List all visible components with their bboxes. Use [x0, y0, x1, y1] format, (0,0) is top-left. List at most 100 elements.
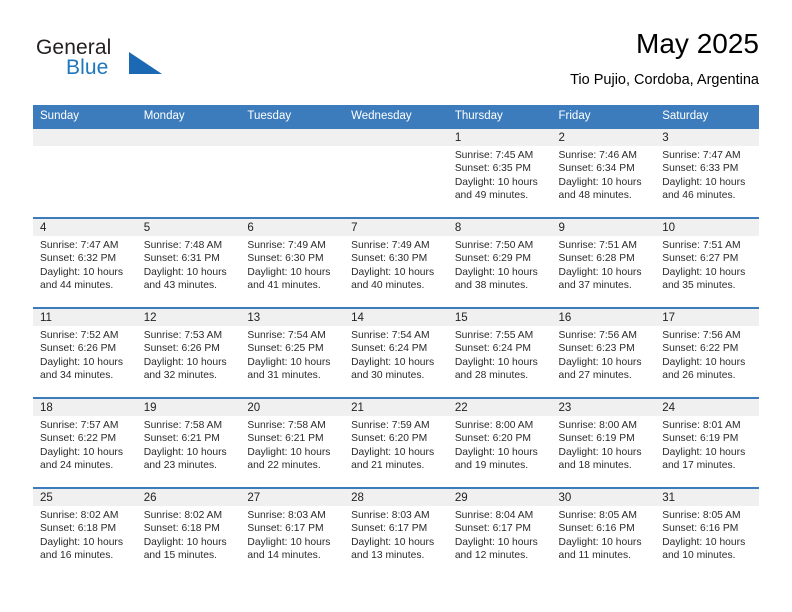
calendar-cell-empty	[240, 127, 345, 218]
day-cell-inner: 15 Sunrise: 7:55 AM Sunset: 6:24 PM Dayligh…	[447, 309, 552, 397]
calendar-header-row: Sunday Monday Tuesday Wednesday Thursday…	[33, 105, 759, 128]
day-cell-inner: 9 Sunrise: 7:51 AM Sunset: 6:28 PM Daylight…	[551, 219, 656, 307]
calendar-day-cell[interactable]: 7 Sunrise: 7:49 AM Sunset: 6:30 PM Daylight…	[344, 217, 448, 308]
sunrise-time: Sunrise: 8:00 AM	[454, 420, 534, 431]
sunrise-time: Sunrise: 7:49 AM	[247, 240, 326, 251]
daylight-duration-line1: Daylight: 10 hours	[558, 176, 642, 188]
calendar-day-cell[interactable]: 18 Sunrise: 7:57 AM Sunset: 6:22 PM Dayligh…	[33, 397, 137, 488]
daylight-duration-line1: Daylight: 10 hours	[662, 356, 746, 368]
daylight-duration-line1: Daylight: 10 hours	[454, 176, 538, 188]
day-cell-inner: 27 Sunrise: 8:03 AM Sunset: 6:17 PM Dayligh…	[240, 489, 345, 577]
daylight-duration-line1: Daylight: 10 hours	[143, 446, 227, 458]
calendar-day-cell[interactable]: 9 Sunrise: 7:51 AM Sunset: 6:28 PM Daylight…	[551, 217, 656, 308]
day-cell-inner: 6 Sunrise: 7:49 AM Sunset: 6:30 PM Daylight…	[240, 219, 345, 307]
calendar-cell-empty	[136, 127, 241, 218]
sunrise-time: Sunrise: 8:04 AM	[454, 510, 534, 521]
calendar-day-cell[interactable]: 8 Sunrise: 7:50 AM Sunset: 6:29 PM Daylight…	[447, 217, 552, 308]
day-details: Sunrise: 7:57 AM Sunset: 6:22 PM Daylight:…	[33, 416, 137, 473]
calendar-table: Sunday Monday Tuesday Wednesday Thursday…	[33, 105, 759, 577]
day-details: Sunrise: 7:56 AM Sunset: 6:22 PM Daylight:…	[655, 326, 759, 383]
day-cell-inner	[240, 129, 345, 217]
calendar-day-cell[interactable]: 4 Sunrise: 7:47 AM Sunset: 6:32 PM Daylight…	[33, 217, 137, 308]
calendar-day-cell[interactable]: 12 Sunrise: 7:53 AM Sunset: 6:26 PM Dayligh…	[136, 307, 241, 398]
day-number: 16	[551, 309, 656, 326]
calendar-day-cell[interactable]: 21 Sunrise: 7:59 AM Sunset: 6:20 PM Dayligh…	[344, 397, 448, 488]
sunrise-time: Sunrise: 7:52 AM	[40, 330, 119, 341]
sunrise-time: Sunrise: 7:48 AM	[143, 240, 223, 251]
calendar-body: 1 Sunrise: 7:45 AM Sunset: 6:35 PM Daylight…	[33, 127, 759, 577]
calendar-day-cell[interactable]: 6 Sunrise: 7:49 AM Sunset: 6:30 PM Daylight…	[240, 217, 345, 308]
calendar-day-cell[interactable]: 24 Sunrise: 8:01 AM Sunset: 6:19 PM Dayligh…	[655, 397, 759, 488]
day-cell-inner: 2 Sunrise: 7:46 AM Sunset: 6:34 PM Daylight…	[551, 129, 656, 217]
daylight-duration-line1: Daylight: 10 hours	[351, 536, 435, 548]
day-cell-inner	[344, 129, 448, 217]
day-cell-inner: 26 Sunrise: 8:02 AM Sunset: 6:18 PM Dayligh…	[136, 489, 241, 577]
calendar-day-cell[interactable]: 23 Sunrise: 8:00 AM Sunset: 6:19 PM Dayligh…	[551, 397, 656, 488]
calendar-day-cell[interactable]: 2 Sunrise: 7:46 AM Sunset: 6:34 PM Daylight…	[551, 127, 656, 218]
sunrise-time: Sunrise: 7:56 AM	[558, 330, 637, 341]
weekday-header-saturday: Saturday	[655, 105, 759, 128]
general-blue-logo[interactable]: General Blue	[33, 36, 233, 88]
calendar-day-cell[interactable]: 26 Sunrise: 8:02 AM Sunset: 6:18 PM Dayligh…	[136, 487, 241, 577]
day-number: 29	[447, 489, 552, 506]
day-details: Sunrise: 8:00 AM Sunset: 6:20 PM Daylight:…	[448, 416, 552, 473]
day-cell-inner	[33, 129, 137, 217]
daylight-duration-line1: Daylight: 10 hours	[247, 536, 331, 548]
calendar-day-cell[interactable]: 29 Sunrise: 8:04 AM Sunset: 6:17 PM Dayligh…	[447, 487, 552, 577]
calendar-day-cell[interactable]: 1 Sunrise: 7:45 AM Sunset: 6:35 PM Daylight…	[447, 127, 552, 218]
calendar-day-cell[interactable]: 3 Sunrise: 7:47 AM Sunset: 6:33 PM Daylight…	[655, 127, 759, 218]
sunrise-time: Sunrise: 8:01 AM	[662, 420, 741, 431]
day-details: Sunrise: 7:47 AM Sunset: 6:33 PM Daylight:…	[655, 146, 759, 203]
day-cell-inner: 18 Sunrise: 7:57 AM Sunset: 6:22 PM Dayligh…	[33, 399, 137, 487]
sunset-time: Sunset: 6:16 PM	[662, 523, 739, 535]
calendar-day-cell[interactable]: 28 Sunrise: 8:03 AM Sunset: 6:17 PM Dayligh…	[344, 487, 448, 577]
daylight-duration-line1: Daylight: 10 hours	[40, 356, 123, 368]
day-number: 28	[344, 489, 448, 506]
daylight-duration-line1: Daylight: 10 hours	[40, 536, 123, 548]
day-cell-inner: 25 Sunrise: 8:02 AM Sunset: 6:18 PM Dayligh…	[33, 489, 137, 577]
day-details: Sunrise: 7:46 AM Sunset: 6:34 PM Daylight:…	[552, 146, 656, 203]
day-number: 17	[655, 309, 759, 326]
sunrise-time: Sunrise: 7:57 AM	[40, 420, 119, 431]
day-number: 3	[655, 129, 759, 146]
calendar-day-cell[interactable]: 20 Sunrise: 7:58 AM Sunset: 6:21 PM Dayligh…	[240, 397, 345, 488]
calendar-day-cell[interactable]: 19 Sunrise: 7:58 AM Sunset: 6:21 PM Dayligh…	[136, 397, 241, 488]
calendar-day-cell[interactable]: 13 Sunrise: 7:54 AM Sunset: 6:25 PM Dayligh…	[240, 307, 345, 398]
sunset-time: Sunset: 6:35 PM	[454, 163, 531, 175]
calendar-day-cell[interactable]: 22 Sunrise: 8:00 AM Sunset: 6:20 PM Dayligh…	[447, 397, 552, 488]
day-number: 12	[136, 309, 241, 326]
calendar-day-cell[interactable]: 30 Sunrise: 8:05 AM Sunset: 6:16 PM Dayligh…	[551, 487, 656, 577]
day-details: Sunrise: 8:03 AM Sunset: 6:17 PM Daylight:…	[240, 506, 344, 563]
calendar-day-cell[interactable]: 15 Sunrise: 7:55 AM Sunset: 6:24 PM Dayligh…	[447, 307, 552, 398]
day-details: Sunrise: 8:03 AM Sunset: 6:17 PM Daylight:…	[344, 506, 448, 563]
sunset-time: Sunset: 6:25 PM	[247, 343, 324, 355]
sunset-time: Sunset: 6:18 PM	[143, 523, 220, 535]
calendar-day-cell[interactable]: 5 Sunrise: 7:48 AM Sunset: 6:31 PM Daylight…	[136, 217, 241, 308]
calendar-day-cell[interactable]: 17 Sunrise: 7:56 AM Sunset: 6:22 PM Dayligh…	[655, 307, 759, 398]
day-details: Sunrise: 7:59 AM Sunset: 6:20 PM Daylight:…	[344, 416, 448, 473]
daylight-duration-line2: and 43 minutes.	[143, 280, 217, 292]
calendar-day-cell[interactable]: 11 Sunrise: 7:52 AM Sunset: 6:26 PM Dayligh…	[33, 307, 137, 398]
sunrise-time: Sunrise: 7:59 AM	[351, 420, 430, 431]
day-number: 30	[551, 489, 656, 506]
calendar-day-cell[interactable]: 16 Sunrise: 7:56 AM Sunset: 6:23 PM Dayligh…	[551, 307, 656, 398]
sunrise-time: Sunrise: 7:58 AM	[247, 420, 326, 431]
calendar-day-cell[interactable]: 14 Sunrise: 7:54 AM Sunset: 6:24 PM Dayligh…	[344, 307, 448, 398]
calendar-day-cell[interactable]: 10 Sunrise: 7:51 AM Sunset: 6:27 PM Dayligh…	[655, 217, 759, 308]
sunset-time: Sunset: 6:26 PM	[40, 343, 117, 355]
sunrise-time: Sunrise: 7:53 AM	[143, 330, 223, 341]
calendar-week-row: 11 Sunrise: 7:52 AM Sunset: 6:26 PM Dayligh…	[33, 307, 759, 398]
day-number: 21	[344, 399, 448, 416]
daylight-duration-line2: and 16 minutes.	[40, 550, 114, 562]
daylight-duration-line1: Daylight: 10 hours	[558, 356, 642, 368]
daylight-duration-line1: Daylight: 10 hours	[558, 536, 642, 548]
sunrise-time: Sunrise: 7:45 AM	[454, 150, 534, 161]
sunset-time: Sunset: 6:30 PM	[247, 253, 324, 265]
day-number: 11	[33, 309, 137, 326]
calendar-day-cell[interactable]: 31 Sunrise: 8:05 AM Sunset: 6:16 PM Dayligh…	[655, 487, 759, 577]
calendar-day-cell[interactable]: 27 Sunrise: 8:03 AM Sunset: 6:17 PM Dayligh…	[240, 487, 345, 577]
sunrise-time: Sunrise: 7:46 AM	[558, 150, 637, 161]
day-number	[240, 129, 345, 146]
sunrise-time: Sunrise: 7:51 AM	[662, 240, 741, 251]
calendar-day-cell[interactable]: 25 Sunrise: 8:02 AM Sunset: 6:18 PM Dayligh…	[33, 487, 137, 577]
